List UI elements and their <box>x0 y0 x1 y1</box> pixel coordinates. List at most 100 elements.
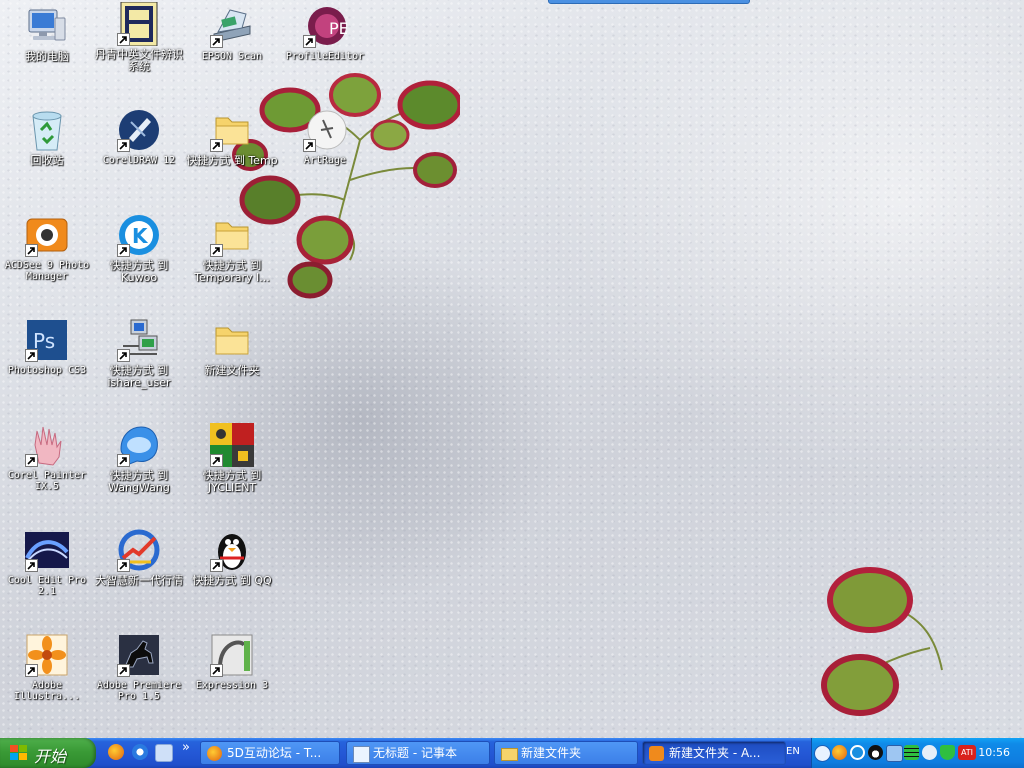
shortcut-arrow-icon <box>210 454 223 467</box>
desktop-icon-coreldraw[interactable]: CorelDRAW 12 <box>93 108 185 166</box>
qq-tray-icon[interactable] <box>868 745 883 760</box>
back-arrow-icon[interactable] <box>814 745 831 762</box>
volume-icon[interactable] <box>922 745 937 760</box>
task-label: 新建文件夹 - A... <box>669 746 761 760</box>
icon-label: ACDSee 9 Photo Manager <box>4 260 90 282</box>
desktop-icon-danqing[interactable]: 丹青中英文件辨识系统 <box>93 2 185 73</box>
task-label: 无标题 - 记事本 <box>373 746 457 760</box>
task-button-forum[interactable]: 5D互动论坛 - T... <box>200 741 340 765</box>
computer-icon <box>28 9 66 41</box>
folder-icon <box>215 327 249 355</box>
desktop-icon-illustrator[interactable]: Adobe Illustra... <box>1 633 93 702</box>
icon-label: Adobe Premiere Pro 1.5 <box>96 680 182 702</box>
firefox-icon[interactable] <box>108 744 124 760</box>
desktop-icon-epson-scan[interactable]: EPSON Scan <box>186 4 278 62</box>
icon-label: Adobe Illustra... <box>13 680 81 702</box>
desktop-icon-expression3[interactable]: Expression 3 <box>186 633 278 691</box>
meter-icon[interactable] <box>904 745 919 760</box>
icon-label: 快捷方式 到 WangWang <box>108 469 170 494</box>
shortcut-arrow-icon <box>25 454 38 467</box>
shortcut-arrow-icon <box>117 454 130 467</box>
shortcut-arrow-icon <box>210 244 223 257</box>
icon-label: Expression 3 <box>195 680 269 691</box>
icon-label: 快捷方式 到 JYCLIENT <box>202 469 262 494</box>
icon-label: CorelDRAW 12 <box>102 155 176 166</box>
desktop-icon-recycle-bin[interactable]: 回收站 <box>1 108 93 167</box>
quicklaunch-overflow[interactable]: » <box>182 740 190 755</box>
desktop-icon-dazhihui[interactable]: 大智慧新一代行情 <box>93 528 185 587</box>
desktop-icon-acdsee[interactable]: ACDSee 9 Photo Manager <box>1 213 93 282</box>
firefox-tray-icon[interactable] <box>832 745 847 760</box>
task-label: 新建文件夹 <box>521 746 582 760</box>
svg-text:PE: PE <box>329 19 347 38</box>
desktop-icon-qq[interactable]: 快捷方式 到 QQ <box>186 528 278 587</box>
shortcut-arrow-icon <box>210 35 223 48</box>
desktop-icon-premiere[interactable]: Adobe Premiere Pro 1.5 <box>93 633 185 702</box>
firefox-icon <box>207 746 222 761</box>
desktop-icon-new-folder[interactable]: 新建文件夹 <box>186 318 278 377</box>
taskbar: 开始 » 5D互动论坛 - T... 无标题 - 记事本 新建文件夹 新建文件夹… <box>0 738 1024 768</box>
network-icon[interactable] <box>886 745 903 762</box>
desktop[interactable]: 我的电脑 丹青中英文件辨识系统 EPSON Scan PE ProfileEdi… <box>0 0 1024 738</box>
task-button-notepad[interactable]: 无标题 - 记事本 <box>346 741 490 765</box>
icon-label: 快捷方式 到 QQ <box>192 574 272 587</box>
desktop-icon-corel-painter[interactable]: Corel Painter IX.5 <box>1 423 93 492</box>
icon-label: Photoshop CS3 <box>7 365 87 376</box>
shortcut-arrow-icon <box>117 244 130 257</box>
icon-label: 新建文件夹 <box>204 364 260 377</box>
shortcut-arrow-icon <box>303 35 316 48</box>
icon-label: 丹青中英文件辨识系统 <box>95 48 183 73</box>
task-button-acdsee[interactable]: 新建文件夹 - A... <box>642 741 786 765</box>
desktop-icon-jyclient[interactable]: 快捷方式 到 JYCLIENT <box>186 423 278 494</box>
recycle-bin-icon <box>32 111 62 151</box>
windows-flag-icon <box>10 745 27 760</box>
language-indicator[interactable]: EN <box>786 746 800 757</box>
task-button-folder[interactable]: 新建文件夹 <box>494 741 638 765</box>
icon-label: Cool Edit Pro 2.1 <box>7 575 87 597</box>
icon-label: 快捷方式 到 Kuwoo <box>109 259 169 284</box>
desktop-icon-ishare[interactable]: 快捷方式 到 ishare_user <box>93 318 185 389</box>
shortcut-arrow-icon <box>117 664 130 677</box>
ati-icon[interactable]: ATI <box>958 745 976 760</box>
icon-label: Corel Painter IX.5 <box>7 470 87 492</box>
icon-label: 快捷方式 到 Temp <box>186 154 278 167</box>
desktop-icon-artrage[interactable]: ArtRage <box>279 108 371 166</box>
shortcut-arrow-icon <box>210 559 223 572</box>
shortcut-arrow-icon <box>210 139 223 152</box>
shortcut-arrow-icon <box>25 244 38 257</box>
icon-label: 大智慧新一代行情 <box>95 574 183 587</box>
ie-icon[interactable] <box>132 744 148 760</box>
clock[interactable]: 10:56 <box>978 746 1010 759</box>
shortcut-arrow-icon <box>303 139 316 152</box>
desktop-icon-cool-edit[interactable]: Cool Edit Pro 2.1 <box>1 528 93 597</box>
icon-label: EPSON Scan <box>201 51 263 62</box>
desktop-icon-shortcut-temporary[interactable]: 快捷方式 到 Temporary I... <box>186 213 278 284</box>
shortcut-arrow-icon <box>117 33 130 46</box>
shortcut-arrow-icon <box>117 349 130 362</box>
top-window-edge[interactable] <box>548 0 750 4</box>
start-button[interactable]: 开始 <box>0 738 96 768</box>
folder-icon <box>501 748 518 761</box>
acdsee-icon <box>649 746 664 761</box>
shortcut-arrow-icon <box>25 559 38 572</box>
plant-decoration-bottom <box>821 567 943 716</box>
icon-label: ArtRage <box>303 155 347 166</box>
desktop-icon-profile-editor[interactable]: PE ProfileEditor <box>279 4 371 62</box>
shortcut-arrow-icon <box>25 349 38 362</box>
desktop-icon-photoshop[interactable]: Ps Photoshop CS3 <box>1 318 93 376</box>
shortcut-arrow-icon <box>117 139 130 152</box>
icon-label: 快捷方式 到 Temporary I... <box>194 259 270 284</box>
shortcut-arrow-icon <box>25 664 38 677</box>
desktop-icon-wangwang[interactable]: 快捷方式 到 WangWang <box>93 423 185 494</box>
shortcut-arrow-icon <box>210 664 223 677</box>
desktop-icon-my-computer[interactable]: 我的电脑 <box>1 4 93 63</box>
icon-label: 快捷方式 到 ishare_user <box>107 364 171 389</box>
shield-tray-icon[interactable] <box>940 745 955 760</box>
kuwoo-tray-icon[interactable] <box>850 745 865 760</box>
desktop-icon-shortcut-temp[interactable]: 快捷方式 到 Temp <box>186 108 278 167</box>
desktop-icon-kuwoo[interactable]: K 快捷方式 到 Kuwoo <box>93 213 185 284</box>
task-label: 5D互动论坛 - T... <box>227 746 322 760</box>
show-desktop-icon[interactable] <box>155 744 173 762</box>
icon-label: 回收站 <box>30 154 64 167</box>
icon-label: ProfileEditor <box>285 51 365 62</box>
